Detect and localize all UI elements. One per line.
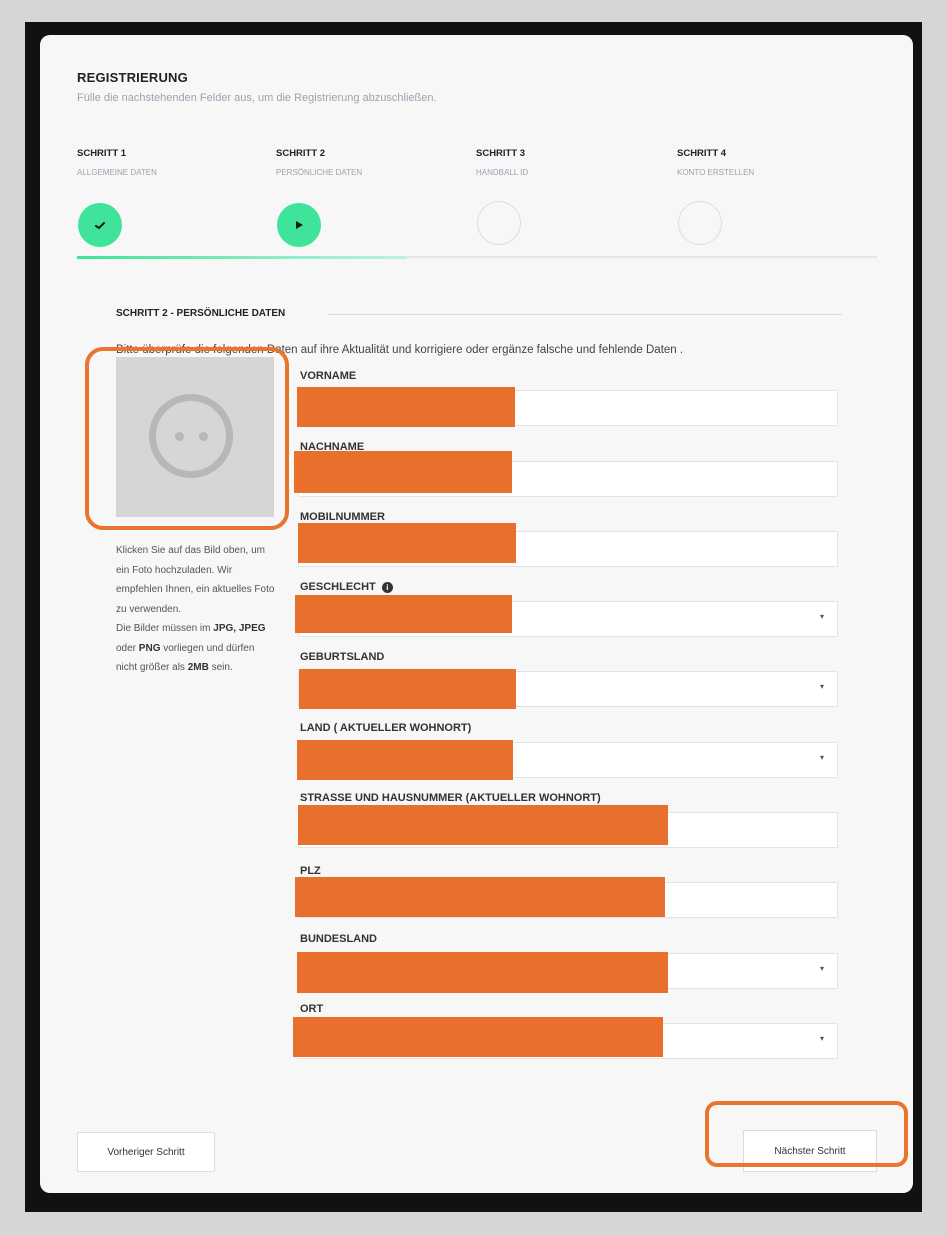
ort-label: ORT: [300, 1003, 324, 1015]
redaction-box: [297, 952, 668, 993]
redaction-box: [295, 595, 512, 633]
max-size: 2MB: [187, 662, 209, 673]
step-4-title: SCHRITT 4: [677, 148, 727, 159]
format-png: PNG: [138, 642, 161, 654]
help-text-3: vorliegen und dürfen nicht größer als: [116, 642, 255, 674]
redaction-box: [298, 523, 516, 563]
redaction-box: [299, 669, 516, 709]
step-3-title: SCHRITT 3: [476, 148, 526, 159]
format-jpeg: JPEG: [238, 623, 266, 634]
mobilnummer-label: MOBILNUMMER: [300, 511, 385, 523]
photo-highlight-box: [85, 347, 289, 530]
next-button-highlight-box: [705, 1101, 908, 1167]
bundesland-label: BUNDESLAND: [300, 933, 377, 945]
strasse-label: STRASSE UND HAUSNUMMER (AKTUELLER WOHNOR…: [300, 792, 601, 804]
step-2-subtitle: PERSÖNLICHE DATEN: [276, 168, 363, 177]
step-3-indicator[interactable]: [477, 201, 521, 245]
progress-bar: [77, 256, 407, 259]
redaction-box: [293, 1017, 663, 1057]
chevron-down-icon[interactable]: ▾: [820, 682, 824, 691]
previous-step-button[interactable]: Vorheriger Schritt: [77, 1132, 215, 1172]
step-4-indicator[interactable]: [678, 201, 722, 245]
format-jpg: JPG,: [213, 623, 237, 634]
redaction-box: [297, 740, 513, 780]
step-1-indicator[interactable]: [78, 203, 122, 247]
help-text-2: Die Bilder müssen im: [116, 623, 211, 634]
redaction-box: [295, 877, 665, 917]
help-text-oder: oder: [116, 642, 137, 654]
geschlecht-label-text: GESCHLECHT: [300, 581, 376, 593]
page-subtitle: Fülle die nachstehenden Felder aus, um d…: [77, 92, 437, 104]
play-icon: [296, 221, 303, 229]
help-text-1: Klicken Sie auf das Bild oben, um ein Fo…: [116, 545, 275, 615]
photo-help-text: Klicken Sie auf das Bild oben, um ein Fo…: [116, 541, 276, 678]
chevron-down-icon[interactable]: ▾: [820, 1034, 824, 1043]
page-title: REGISTRIERUNG: [77, 70, 188, 85]
section-title: SCHRITT 2 - PERSÖNLICHE DATEN: [116, 308, 286, 319]
geschlecht-label: GESCHLECHT i: [300, 581, 393, 593]
step-1-subtitle: ALLGEMEINE DATEN: [77, 168, 157, 177]
step-4-subtitle: KONTO ERSTELLEN: [677, 168, 755, 177]
info-icon[interactable]: i: [381, 582, 393, 593]
redaction-box: [294, 451, 512, 493]
geburtsland-label: GEBURTSLAND: [300, 651, 385, 663]
section-divider: [328, 314, 842, 315]
check-icon: [95, 222, 105, 230]
chevron-down-icon[interactable]: ▾: [820, 612, 824, 621]
land-label: LAND ( AKTUELLER WOHNORT): [300, 722, 472, 734]
redaction-box: [298, 805, 668, 845]
chevron-down-icon[interactable]: ▾: [820, 753, 824, 762]
step-1-title: SCHRITT 1: [77, 148, 127, 159]
step-2-indicator[interactable]: [277, 203, 321, 247]
step-2-title: SCHRITT 2: [276, 148, 326, 159]
step-3-subtitle: HANDBALL ID: [476, 168, 529, 177]
redaction-box: [297, 387, 515, 427]
plz-label: PLZ: [300, 865, 321, 877]
chevron-down-icon[interactable]: ▾: [820, 964, 824, 973]
vorname-label: VORNAME: [300, 370, 357, 382]
help-text-sein: sein.: [211, 662, 233, 673]
